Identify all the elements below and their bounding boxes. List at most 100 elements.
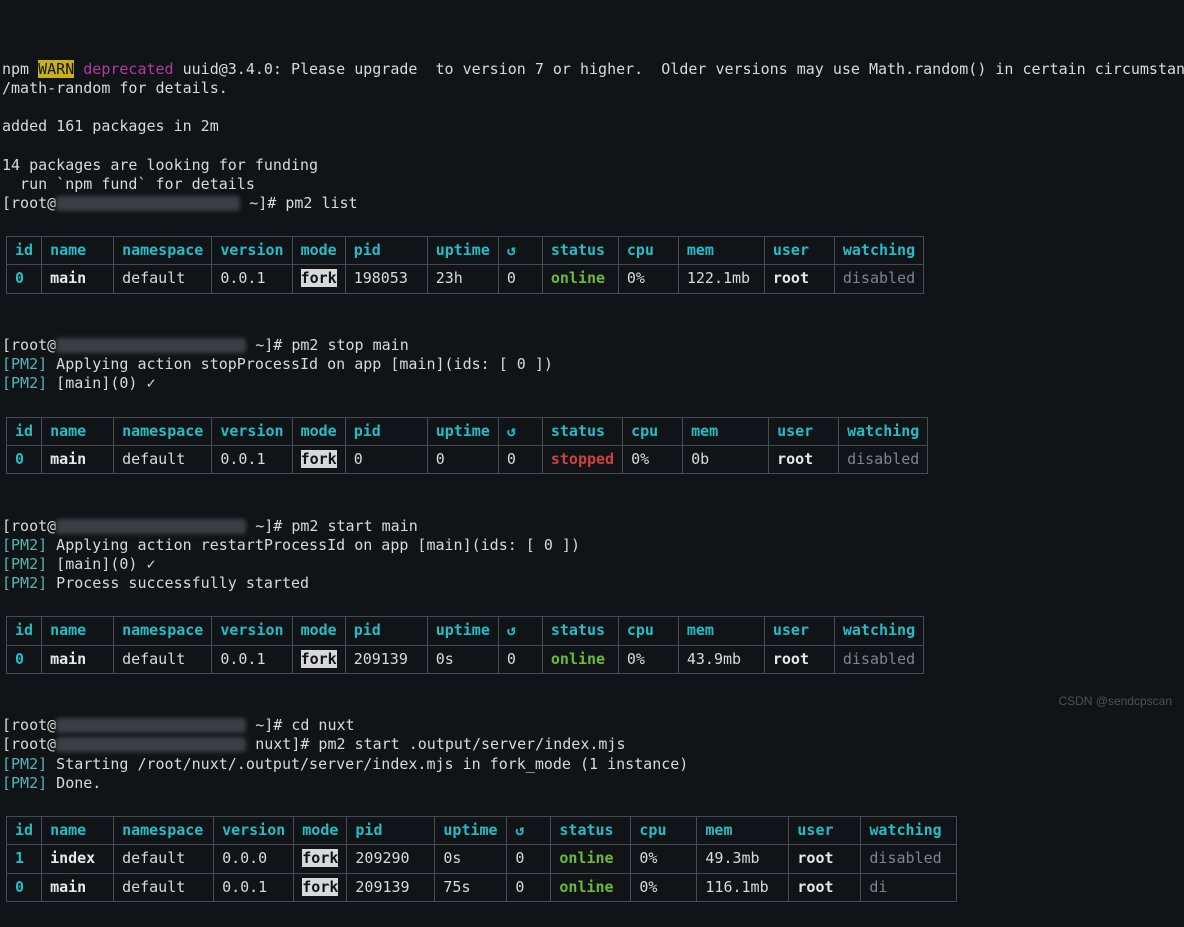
cell-uptime: 0s	[427, 645, 498, 673]
col-mode: mode	[292, 617, 345, 645]
col-mem: mem	[683, 417, 769, 445]
cell-user: root	[764, 265, 834, 293]
col-user: user	[789, 817, 861, 845]
mode-badge: fork	[301, 450, 337, 468]
cell-version: 0.0.1	[212, 445, 292, 473]
cell-cpu: 0%	[623, 445, 683, 473]
col-version: version	[214, 817, 294, 845]
col-pid: pid	[347, 817, 435, 845]
col-↺: ↺	[498, 237, 542, 265]
col-user: user	[769, 417, 839, 445]
mode-badge: fork	[301, 269, 337, 287]
cell-mem: 116.1mb	[697, 873, 789, 901]
cell-namespace: default	[114, 873, 214, 901]
cell-cpu: 0%	[631, 845, 697, 873]
pm2-table-3: idnamenamespaceversionmodepiduptime↺stat…	[2, 616, 1182, 673]
pm2-tag: [PM2]	[2, 755, 47, 773]
cell-restarts: 0	[498, 445, 542, 473]
mode-badge: fork	[302, 878, 338, 896]
pm2-table-4: idnamenamespaceversionmodepiduptime↺stat…	[2, 816, 1182, 902]
pm2-tag: [PM2]	[2, 355, 47, 373]
col-uptime: uptime	[427, 417, 498, 445]
cell-status: online	[542, 645, 618, 673]
prompt: [root@ ~]# pm2 list	[2, 194, 358, 212]
log-line: 14 packages are looking for funding	[2, 156, 318, 174]
col-status: status	[542, 617, 618, 645]
pm2-table-2: idnamenamespaceversionmodepiduptime↺stat…	[2, 417, 1182, 474]
col-name: name	[42, 237, 114, 265]
cell-name: main	[42, 873, 114, 901]
cell-version: 0.0.1	[214, 873, 294, 901]
col-mem: mem	[678, 617, 764, 645]
pm2-tag: [PM2]	[2, 374, 47, 392]
col-uptime: uptime	[435, 817, 507, 845]
cell-restarts: 0	[498, 645, 542, 673]
cell-pid: 209139	[347, 873, 435, 901]
log-line: Done.	[47, 774, 101, 792]
cell-user: root	[789, 873, 861, 901]
col-mem: mem	[678, 237, 764, 265]
pm2-table-1: idnamenamespaceversionmodepiduptime↺stat…	[2, 236, 1182, 293]
cell-uptime: 75s	[435, 873, 507, 901]
col-mode: mode	[292, 237, 345, 265]
cell-status: online	[551, 845, 631, 873]
col-watching: watching	[834, 617, 923, 645]
col-status: status	[551, 817, 631, 845]
cell-version: 0.0.1	[212, 265, 292, 293]
log-line: /math-random for details.	[2, 79, 228, 97]
mode-badge: fork	[302, 849, 338, 867]
cell-cpu: 0%	[618, 265, 678, 293]
cell-id: 0	[7, 445, 42, 473]
col-namespace: namespace	[114, 617, 212, 645]
log-line: uuid@3.4.0: Please upgrade to version 7 …	[174, 60, 1184, 78]
redacted-host	[56, 338, 246, 353]
col-name: name	[42, 617, 114, 645]
col-name: name	[42, 417, 114, 445]
mode-badge: fork	[301, 650, 337, 668]
col-cpu: cpu	[618, 617, 678, 645]
cell-status: online	[542, 265, 618, 293]
prompt: [root@ ~]# pm2 start main	[2, 517, 418, 535]
pm2-tag: [PM2]	[2, 574, 47, 592]
cell-mode: fork	[292, 645, 345, 673]
redacted-host	[56, 718, 246, 733]
log-line: added 161 packages in 2m	[2, 117, 219, 135]
col-↺: ↺	[498, 417, 542, 445]
cell-user: root	[764, 645, 834, 673]
col-name: name	[42, 817, 114, 845]
cell-mode: fork	[294, 873, 347, 901]
col-cpu: cpu	[623, 417, 683, 445]
col-user: user	[764, 237, 834, 265]
table-row: 0maindefault0.0.1fork2091390s0online0%43…	[7, 645, 924, 673]
col-version: version	[212, 417, 292, 445]
log-line: Applying action restartProcessId on app …	[47, 536, 580, 554]
col-status: status	[542, 417, 622, 445]
cell-version: 0.0.1	[212, 645, 292, 673]
cell-pid: 209139	[345, 645, 427, 673]
cell-watching: disabled	[834, 265, 923, 293]
col-↺: ↺	[507, 817, 551, 845]
cell-restarts: 0	[507, 845, 551, 873]
col-status: status	[542, 237, 618, 265]
cell-uptime: 0	[427, 445, 498, 473]
npm-prefix: npm	[2, 60, 38, 78]
cell-pid: 0	[345, 445, 427, 473]
col-namespace: namespace	[114, 417, 212, 445]
cell-watching: disabled	[839, 445, 928, 473]
log-line: [main](0) ✓	[47, 374, 155, 392]
pm2-tag: [PM2]	[2, 536, 47, 554]
cell-mem: 122.1mb	[678, 265, 764, 293]
redacted-host	[56, 519, 246, 534]
log-line: Starting /root/nuxt/.output/server/index…	[47, 755, 688, 773]
pm2-tag: [PM2]	[2, 774, 47, 792]
prompt: [root@ ~]# pm2 stop main	[2, 336, 409, 354]
cell-namespace: default	[114, 845, 214, 873]
terminal[interactable]: npm WARN deprecated uuid@3.4.0: Please u…	[0, 0, 1184, 927]
col-↺: ↺	[498, 617, 542, 645]
cell-mem: 49.3mb	[697, 845, 789, 873]
col-cpu: cpu	[631, 817, 697, 845]
cell-watching: disabled	[861, 845, 957, 873]
cell-mem: 43.9mb	[678, 645, 764, 673]
col-pid: pid	[345, 617, 427, 645]
table-row: 1indexdefault0.0.0fork2092900s0online0%4…	[7, 845, 957, 873]
